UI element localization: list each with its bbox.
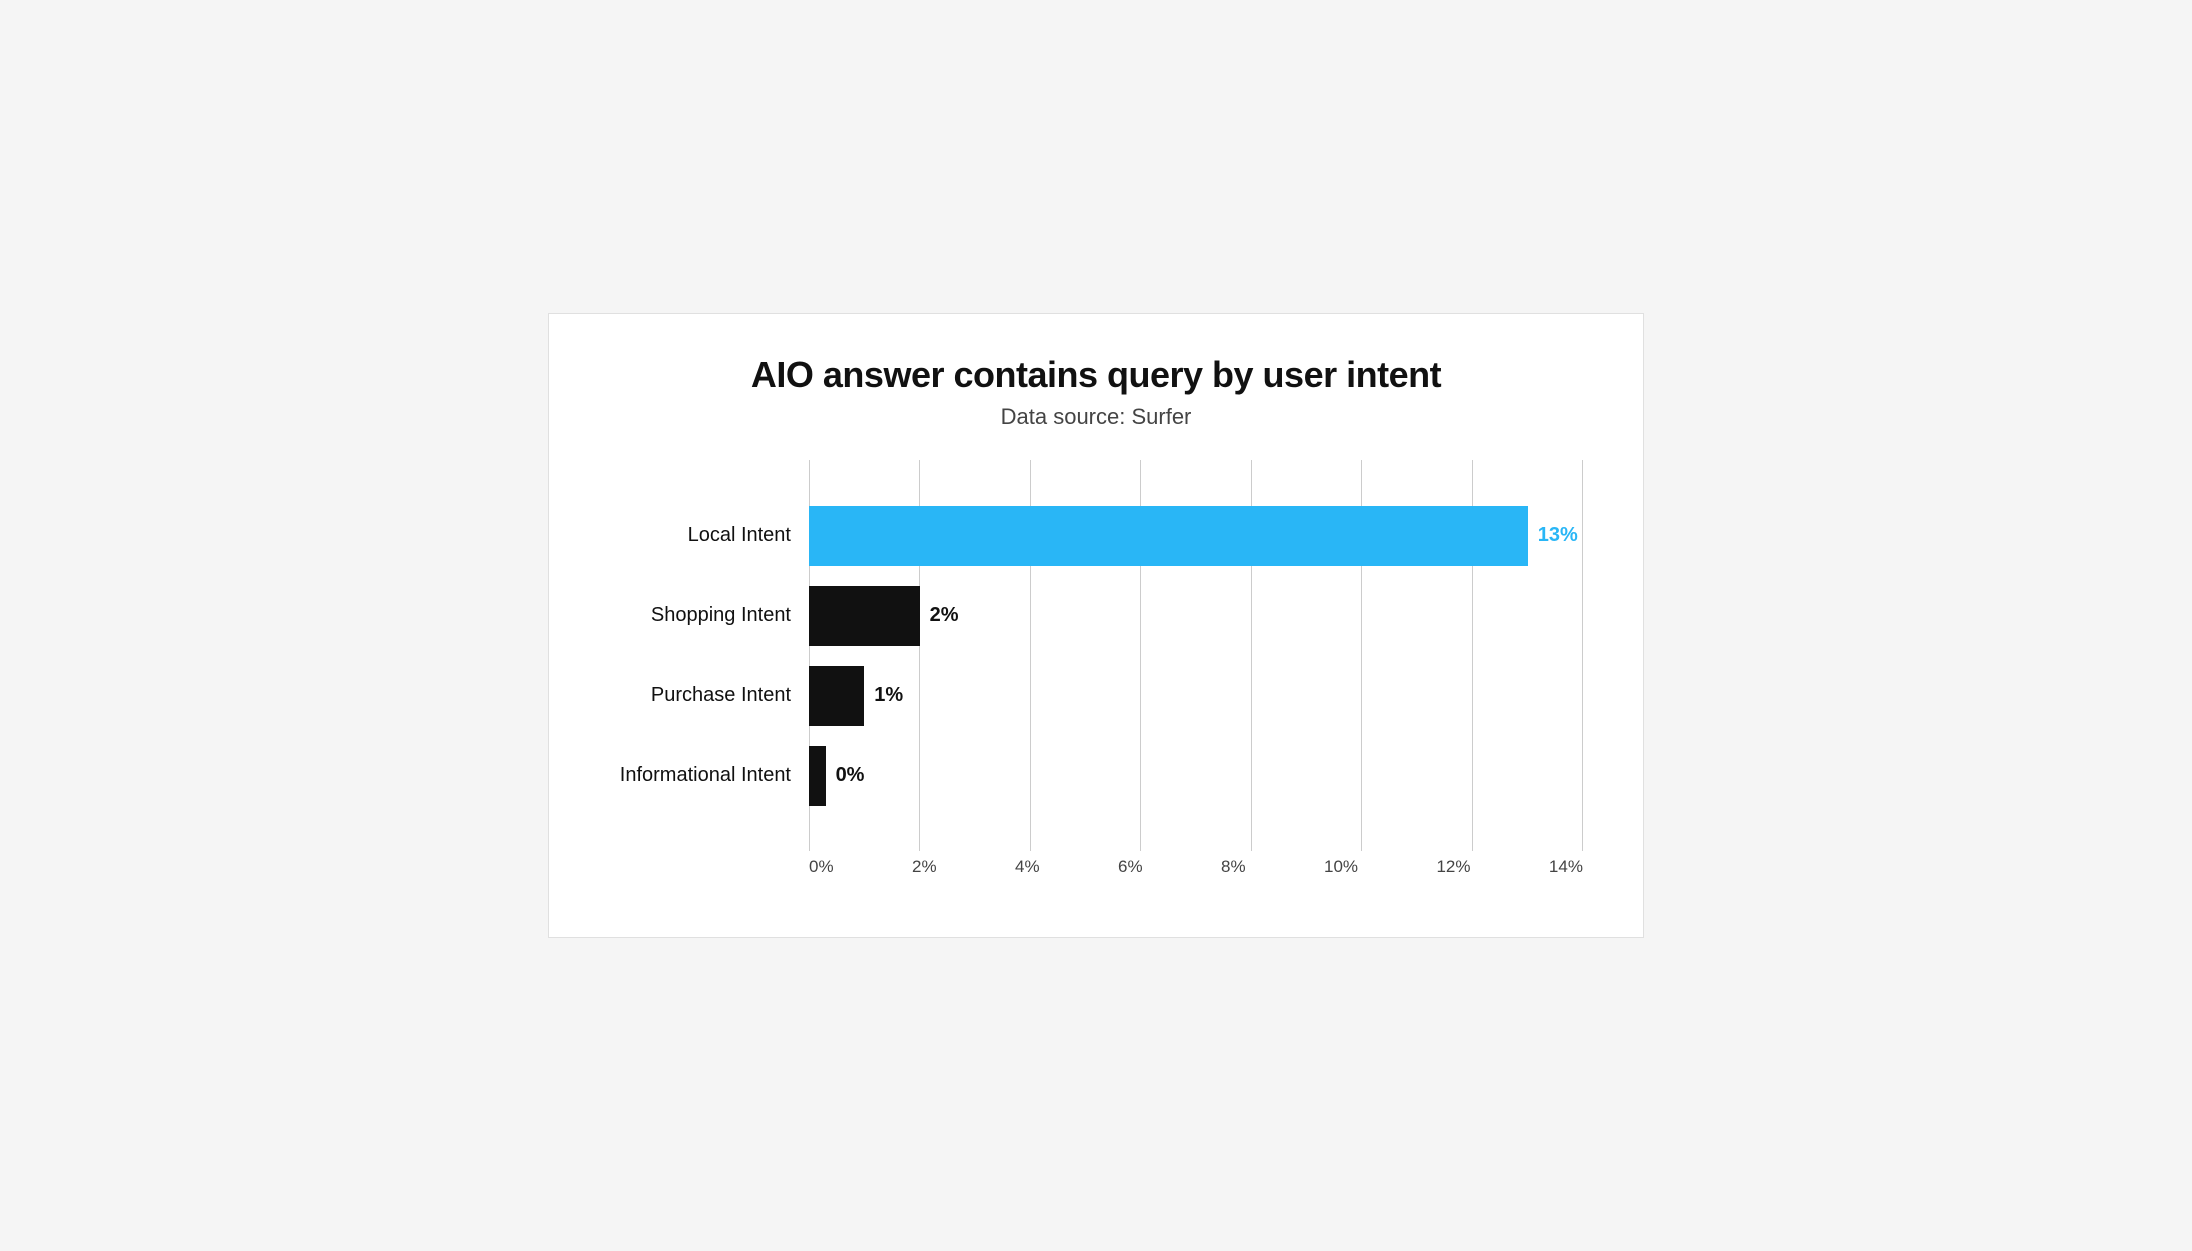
bar-track-3: 0% — [809, 746, 1583, 806]
x-axis-label-3: 6% — [1118, 857, 1143, 877]
bar-row-0: Local Intent 13% — [609, 496, 1583, 576]
x-axis-label-0: 0% — [809, 857, 834, 877]
x-axis-labels: 0% 2% 4% 6% 8% 10% 12% 14% — [809, 857, 1583, 877]
chart-container: AIO answer contains query by user intent… — [548, 313, 1644, 938]
bar-label-0: Local Intent — [609, 524, 809, 547]
bars-container: Local Intent 13% Shopping Intent 2% Purchase… — [609, 496, 1583, 816]
chart-title: AIO answer contains query by user intent — [609, 354, 1583, 396]
x-axis-label-2: 4% — [1015, 857, 1040, 877]
chart-subtitle: Data source: Surfer — [609, 404, 1583, 430]
bar-track-1: 2% — [809, 586, 1583, 646]
bar-value-1: 2% — [930, 604, 959, 627]
bar-track-0: 13% — [809, 506, 1583, 566]
bar-fill-2 — [809, 666, 864, 726]
bar-label-2: Purchase Intent — [609, 684, 809, 707]
x-axis-label-1: 2% — [912, 857, 937, 877]
bar-value-3: 0% — [836, 764, 865, 787]
bar-value-0: 13% — [1538, 524, 1578, 547]
bar-label-3: Informational Intent — [609, 764, 809, 787]
bar-track-2: 1% — [809, 666, 1583, 726]
bar-fill-0 — [809, 506, 1528, 566]
x-axis: 0% 2% 4% 6% 8% 10% 12% 14% — [609, 857, 1583, 877]
chart-area: Local Intent 13% Shopping Intent 2% Purchase… — [609, 460, 1583, 877]
bar-row-2: Purchase Intent 1% — [609, 656, 1583, 736]
bar-fill-3 — [809, 746, 826, 806]
bar-fill-1 — [809, 586, 920, 646]
bar-row-3: Informational Intent 0% — [609, 736, 1583, 816]
bars-section: Local Intent 13% Shopping Intent 2% Purchase… — [609, 460, 1583, 851]
x-axis-label-5: 10% — [1324, 857, 1358, 877]
bar-value-2: 1% — [874, 684, 903, 707]
bar-row-1: Shopping Intent 2% — [609, 576, 1583, 656]
x-axis-label-6: 12% — [1436, 857, 1470, 877]
x-axis-label-7: 14% — [1549, 857, 1583, 877]
x-axis-label-4: 8% — [1221, 857, 1246, 877]
bar-label-1: Shopping Intent — [609, 604, 809, 627]
